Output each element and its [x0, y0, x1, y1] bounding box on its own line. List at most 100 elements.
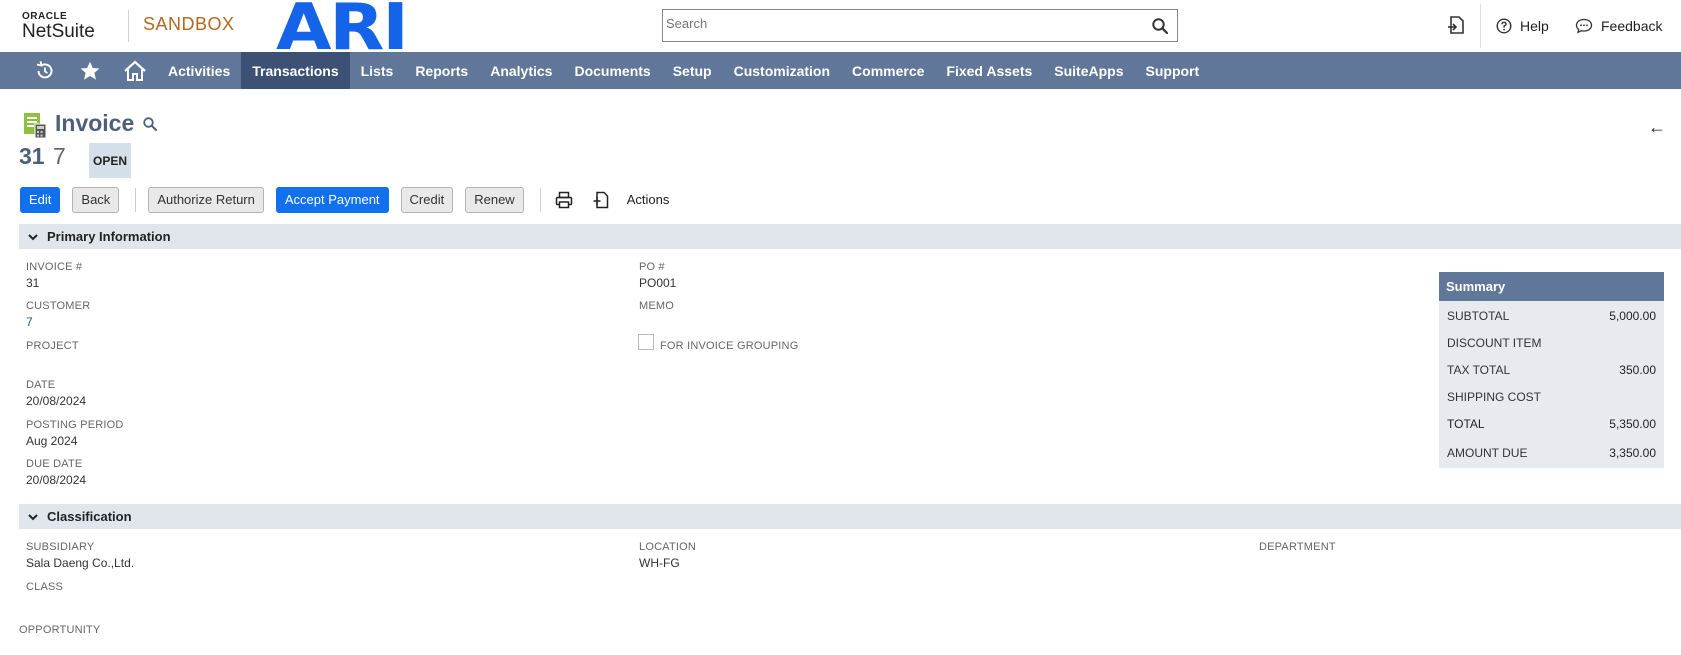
primary-information-header[interactable]: Primary Information [19, 224, 1681, 249]
search-icon[interactable] [1151, 17, 1169, 35]
authorize-return-button[interactable]: Authorize Return [148, 186, 264, 213]
nav-lists[interactable]: Lists [350, 52, 405, 89]
nav-activities[interactable]: Activities [157, 52, 241, 89]
summary-row-shipping: SHIPPING COST [1447, 390, 1656, 404]
logo-divider [128, 10, 129, 42]
nav-customization[interactable]: Customization [723, 52, 841, 89]
netsuite-logo[interactable]: ORACLE NetSuite [22, 11, 102, 42]
posting-period-value: Aug 2024 [26, 434, 78, 448]
invoice-grouping-checkbox [638, 334, 654, 350]
copy-record-icon [593, 191, 608, 208]
status-badge: OPEN [89, 143, 131, 178]
date-value: 20/08/2024 [26, 394, 87, 408]
action-toolbar: Edit Back Authorize Return Accept Paymen… [20, 186, 669, 213]
due-date-value: 20/08/2024 [26, 473, 87, 487]
nav-reports[interactable]: Reports [404, 52, 479, 89]
date-label: DATE [26, 379, 56, 391]
summary-row-amount-due: AMOUNT DUE 3,350.00 [1447, 446, 1656, 460]
summary-row-subtotal: SUBTOTAL 5,000.00 [1447, 309, 1656, 323]
toolbar-separator [135, 187, 137, 212]
location-value: WH-FG [639, 556, 680, 570]
make-copy-button[interactable] [591, 189, 613, 211]
edit-button[interactable]: Edit [20, 186, 61, 213]
classification-header[interactable]: Classification [19, 504, 1681, 529]
brand-logo: ARI [276, 0, 409, 65]
amount-due-label: AMOUNT DUE [1447, 446, 1528, 460]
total-value: 5,350.00 [1609, 417, 1656, 431]
nav-transactions[interactable]: Transactions [241, 52, 350, 89]
total-label: TOTAL [1447, 417, 1485, 431]
subtotal-value: 5,000.00 [1609, 309, 1656, 323]
toolbar-separator [539, 187, 541, 212]
accept-payment-button[interactable]: Accept Payment [275, 186, 389, 213]
nav-support[interactable]: Support [1135, 52, 1211, 89]
help-link[interactable]: Help [1496, 15, 1549, 37]
customer-label: CUSTOMER [26, 300, 91, 312]
feedback-link[interactable]: Feedback [1575, 15, 1662, 37]
history-icon [36, 60, 52, 78]
discount-label: DISCOUNT ITEM [1447, 336, 1542, 350]
po-number-value: PO001 [639, 276, 677, 290]
chevron-down-icon [28, 513, 38, 520]
invoice-number-label: INVOICE # [26, 261, 83, 273]
opportunity-label: OPPORTUNITY [19, 624, 101, 636]
summary-row-discount: DISCOUNT ITEM [1447, 336, 1656, 350]
page-title: Invoice [55, 110, 135, 136]
amount-due-value: 3,350.00 [1609, 446, 1656, 460]
home-icon [123, 60, 146, 81]
top-header: ORACLE NetSuite SANDBOX ARI Help Feedbac… [0, 0, 1681, 60]
global-search[interactable] [662, 9, 1178, 42]
renew-button[interactable]: Renew [465, 186, 524, 213]
feedback-icon [1575, 18, 1593, 34]
section-title: Classification [47, 509, 132, 524]
tax-total-value: 350.00 [1619, 363, 1656, 377]
summary-panel: Summary SUBTOTAL 5,000.00 DISCOUNT ITEM … [1439, 272, 1664, 468]
nav-recent[interactable] [22, 52, 67, 89]
print-icon [555, 191, 572, 208]
nav-shortcuts[interactable] [67, 52, 112, 89]
nav-analytics[interactable]: Analytics [479, 52, 563, 89]
invoice-grouping-label: FOR INVOICE GROUPING [660, 340, 799, 352]
nav-home[interactable] [112, 52, 157, 89]
class-label: CLASS [26, 581, 64, 593]
actions-menu[interactable]: Actions [627, 192, 670, 207]
nav-documents[interactable]: Documents [563, 52, 661, 89]
tax-total-label: TAX TOTAL [1447, 363, 1511, 377]
record-search-icon[interactable] [142, 116, 158, 132]
due-date-label: DUE DATE [26, 458, 83, 470]
logo-netsuite-text: NetSuite [22, 21, 95, 42]
posting-period-label: POSTING PERIOD [26, 419, 124, 431]
location-label: LOCATION [639, 541, 697, 553]
star-icon [80, 61, 99, 80]
chevron-down-icon [28, 233, 38, 240]
invoice-number-value: 31 [26, 276, 40, 290]
print-button[interactable] [553, 189, 575, 211]
header-separator [1480, 4, 1481, 48]
help-label: Help [1520, 18, 1549, 34]
subsidiary-value: Sala Daeng Co.,Ltd. [26, 556, 135, 570]
record-customer: 7 [53, 143, 66, 169]
nav-fixed-assets[interactable]: Fixed Assets [935, 52, 1043, 89]
feedback-label: Feedback [1601, 18, 1663, 34]
summary-row-tax: TAX TOTAL 350.00 [1447, 363, 1656, 377]
nav-setup[interactable]: Setup [662, 52, 723, 89]
help-icon [1496, 18, 1512, 34]
environment-label: SANDBOX [143, 14, 235, 34]
invoice-icon [24, 113, 47, 139]
recent-records-icon[interactable] [1446, 14, 1468, 36]
po-number-label: PO # [639, 261, 665, 273]
credit-button[interactable]: Credit [400, 186, 454, 213]
shipping-cost-label: SHIPPING COST [1447, 390, 1542, 404]
search-input[interactable] [666, 16, 1136, 31]
nav-commerce[interactable]: Commerce [841, 52, 935, 89]
main-navigation: Activities Transactions Lists Reports An… [0, 52, 1681, 89]
subtotal-label: SUBTOTAL [1447, 309, 1510, 323]
summary-row-total: TOTAL 5,350.00 [1447, 417, 1656, 431]
record-number: 31 [19, 143, 45, 169]
back-arrow-icon[interactable]: ← [1648, 117, 1666, 138]
back-button[interactable]: Back [72, 186, 120, 213]
memo-label: MEMO [639, 300, 675, 312]
nav-suiteapps[interactable]: SuiteApps [1043, 52, 1134, 89]
department-label: DEPARTMENT [1259, 541, 1336, 553]
customer-link[interactable]: 7 [26, 315, 33, 329]
